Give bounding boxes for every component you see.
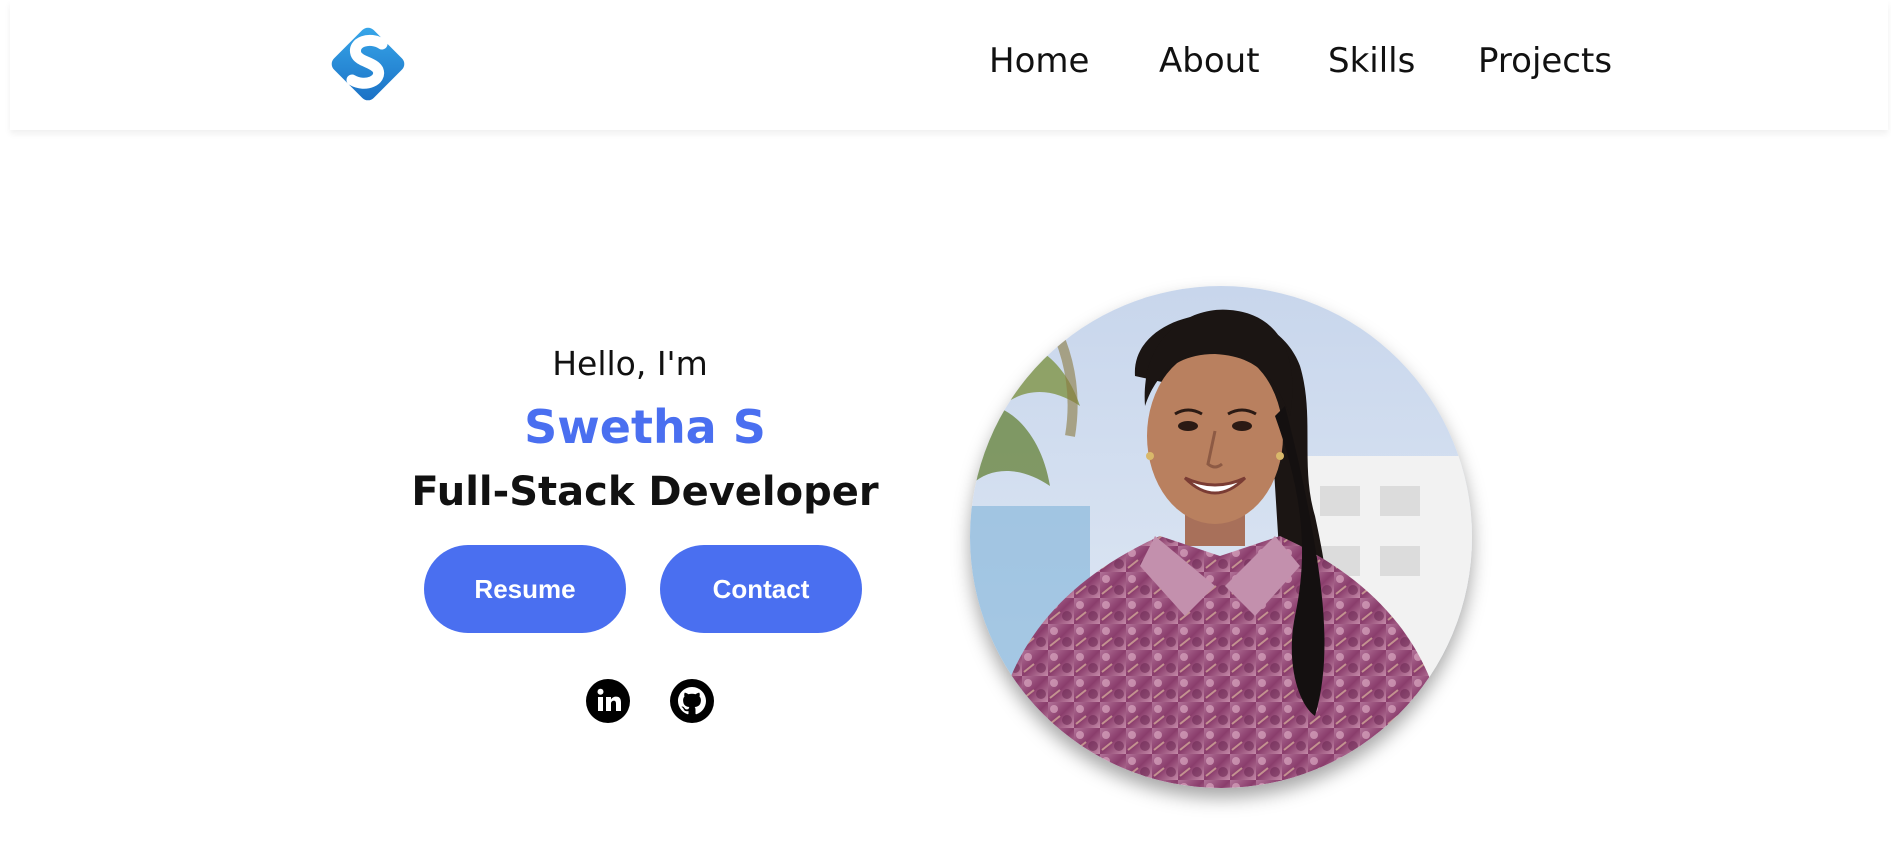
linkedin-icon xyxy=(586,679,630,723)
profile-photo xyxy=(970,286,1472,788)
nav-links: Home About Skills Projects xyxy=(10,38,1888,84)
greeting-text: Hello, I'm xyxy=(552,344,708,383)
linkedin-link[interactable] xyxy=(586,679,630,723)
navbar: Home About Skills Projects xyxy=(10,0,1888,130)
github-icon xyxy=(670,679,714,723)
resume-button[interactable]: Resume xyxy=(424,545,626,633)
profile-portrait xyxy=(970,286,1472,788)
nav-about[interactable]: About xyxy=(1159,38,1260,84)
github-link[interactable] xyxy=(670,679,714,723)
nav-home[interactable]: Home xyxy=(989,38,1089,84)
hero-name: Swetha S xyxy=(524,400,766,454)
hero-role: Full-Stack Developer xyxy=(411,469,879,515)
nav-projects[interactable]: Projects xyxy=(1478,38,1612,84)
nav-skills[interactable]: Skills xyxy=(1328,38,1415,84)
contact-button[interactable]: Contact xyxy=(660,545,862,633)
